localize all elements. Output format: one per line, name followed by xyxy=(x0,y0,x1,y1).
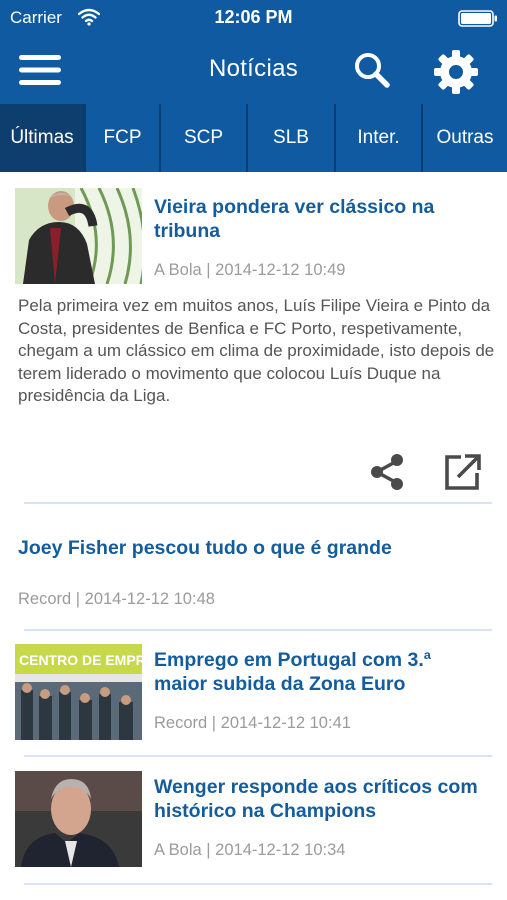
news-item[interactable]: Vieira pondera ver clássico na tribuna A… xyxy=(0,172,507,504)
news-item[interactable]: CENTRO DE EMPREGO Emprego em Portugal co… xyxy=(0,631,507,757)
status-bar: Carrier 12:06 PM xyxy=(0,0,507,36)
tab-outras[interactable]: Outras xyxy=(423,104,507,172)
article-meta: Record | 2014-12-12 10:48 xyxy=(18,590,215,608)
status-time: 12:06 PM xyxy=(214,7,293,27)
divider xyxy=(24,883,492,885)
app-header: Carrier 12:06 PM Notícias xyxy=(0,0,507,104)
article-title-line[interactable]: Vieira pondera ver clássico na xyxy=(154,195,434,220)
navigation-bar: Notícias xyxy=(0,36,507,104)
article-title-line[interactable]: tribuna xyxy=(154,219,220,244)
tab-scp[interactable]: SCP xyxy=(161,104,248,172)
battery-icon xyxy=(458,10,497,27)
tab-slb[interactable]: SLB xyxy=(248,104,336,172)
thumbnail-sign-text: CENTRO DE EMPREGO xyxy=(19,652,142,668)
article-title-line[interactable]: Emprego em Portugal com 3.ª xyxy=(154,648,431,673)
open-external-icon[interactable] xyxy=(441,451,483,493)
article-title-line[interactable]: Wenger responde aos críticos com xyxy=(154,775,478,800)
news-item[interactable]: Joey Fisher pescou tudo o que é grande R… xyxy=(0,504,507,631)
article-thumbnail xyxy=(15,771,142,867)
news-list: Vieira pondera ver clássico na tribuna A… xyxy=(0,172,507,900)
article-title-line[interactable]: maior subida da Zona Euro xyxy=(154,672,405,697)
page-title: Notícias xyxy=(208,55,299,82)
article-title-line[interactable]: histórico na Champions xyxy=(154,799,376,824)
article-meta: A Bola | 2014-12-12 10:34 xyxy=(154,841,346,859)
article-thumbnail xyxy=(15,188,142,284)
tab-inter[interactable]: Inter. xyxy=(336,104,423,172)
category-tabs: Últimas FCP SCP SLB Inter. Outras xyxy=(0,104,507,172)
article-meta: Record | 2014-12-12 10:41 xyxy=(154,714,351,732)
article-meta: A Bola | 2014-12-12 10:49 xyxy=(154,261,346,279)
news-item[interactable]: Wenger responde aos críticos com históri… xyxy=(0,757,507,885)
article-title-line[interactable]: Joey Fisher pescou tudo o que é grande xyxy=(18,536,392,561)
tab-ultimas[interactable]: Últimas xyxy=(0,104,86,172)
article-summary: Pela primeira vez em muitos anos, Luís F… xyxy=(18,296,495,405)
share-icon[interactable] xyxy=(367,452,407,492)
article-thumbnail: CENTRO DE EMPREGO xyxy=(15,644,142,740)
tab-fcp[interactable]: FCP xyxy=(86,104,161,172)
gear-icon[interactable] xyxy=(432,48,480,96)
search-icon[interactable] xyxy=(350,48,394,92)
